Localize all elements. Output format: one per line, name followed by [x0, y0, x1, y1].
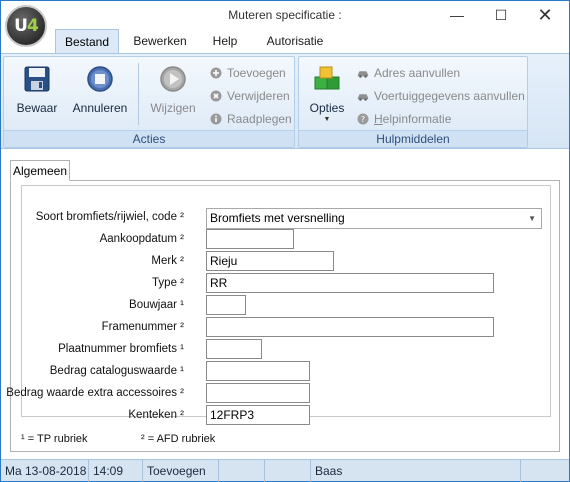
type-label: Type ²: [152, 277, 184, 289]
status-time: 14:09: [89, 460, 143, 482]
plaatnummer-label: Plaatnummer bromfiets ¹: [58, 343, 184, 355]
help-icon: ?: [357, 113, 369, 125]
aankoopdatum-label: Aankoopdatum ²: [99, 233, 184, 245]
tab-bestand[interactable]: Bestand: [55, 29, 119, 53]
info-icon: [210, 113, 222, 125]
close-button[interactable]: ✕: [523, 1, 567, 29]
status-empty-3: [521, 460, 569, 482]
ribbon-separator: [138, 63, 139, 125]
kenteken-field[interactable]: 12FRP3: [206, 405, 310, 425]
catalogus-label: Bedrag cataloguswaarde ¹: [49, 365, 184, 377]
car-icon: [357, 67, 369, 79]
tab-help[interactable]: Help: [203, 29, 247, 53]
accessoires-field[interactable]: [206, 383, 310, 403]
catalogus-field[interactable]: [206, 361, 310, 381]
verwijderen-label: Verwijderen: [227, 89, 290, 103]
raadplegen-label: Raadplegen: [227, 112, 292, 126]
options-blocks-icon: [311, 63, 343, 95]
status-empty-2: [265, 460, 311, 482]
soort-value: Bromfiets met versnelling: [210, 211, 345, 225]
group-label-hulpmiddelen: Hulpmiddelen: [299, 130, 527, 147]
voertuiggegevens-label: Voertuiggegevens aanvullen: [374, 89, 525, 103]
ribbon-tab-bar: Bestand Bewerken Help Autorisatie: [1, 29, 569, 53]
status-date: Ma 13-08-2018: [1, 460, 89, 482]
bewaar-label: Bewaar: [16, 101, 58, 115]
opties-button[interactable]: Opties ▼: [305, 63, 349, 123]
title-bar: Muteren specificatie : — ☐ ✕: [1, 1, 569, 29]
verwijderen-button[interactable]: Verwijderen: [210, 86, 290, 106]
delete-icon: [210, 90, 222, 102]
accessoires-label: Bedrag waarde extra accessoires ²: [6, 387, 184, 399]
adres-aanvullen-label: Adres aanvullen: [374, 66, 461, 80]
status-mode: Toevoegen: [143, 460, 219, 482]
group-hulpmiddelen: Opties ▼ Adres aanvullen Voertuiggegeven…: [298, 56, 528, 148]
tab-autorisatie[interactable]: Autorisatie: [255, 29, 335, 53]
wijzigen-button[interactable]: Wijzigen: [146, 63, 200, 115]
floppy-disk-icon: [21, 63, 53, 95]
group-label-acties: Acties: [4, 130, 294, 147]
annuleren-button[interactable]: Annuleren: [68, 63, 132, 115]
status-empty-1: [219, 460, 265, 482]
voertuiggegevens-button[interactable]: Voertuiggegevens aanvullen: [357, 86, 525, 106]
legend-tp: ¹ = TP rubriek: [21, 433, 88, 445]
helpinformatie-accesskey: H: [374, 112, 383, 126]
ribbon: Bewaar Annuleren Wijzigen Toevoegen Verw…: [1, 53, 569, 149]
bouwjaar-field[interactable]: [206, 295, 246, 315]
merk-label: Merk ²: [151, 255, 184, 267]
form-group: Soort bromfiets/rijwiel, code ² Bromfiet…: [6, 185, 551, 425]
application-window: Muteren specificatie : — ☐ ✕ U4 Bestand …: [0, 0, 570, 482]
add-icon: [210, 67, 222, 79]
aankoopdatum-field[interactable]: [206, 229, 294, 249]
kenteken-label: Kenteken ²: [128, 409, 184, 421]
framenummer-field[interactable]: [206, 317, 494, 337]
annuleren-label: Annuleren: [72, 101, 128, 115]
group-acties: Bewaar Annuleren Wijzigen Toevoegen Verw…: [3, 56, 295, 148]
content-area: Algemeen Soort bromfiets/rijwiel, code ²…: [1, 150, 569, 459]
merk-field[interactable]: Rieju: [206, 251, 334, 271]
helpinformatie-label: elpinformatie: [382, 112, 452, 126]
app-menu-logo[interactable]: U4: [5, 5, 47, 47]
legend-afd: ² = AFD rubriek: [141, 433, 216, 445]
tab-panel-algemeen: Soort bromfiets/rijwiel, code ² Bromfiet…: [6, 180, 560, 452]
status-bar: Ma 13-08-2018 14:09 Toevoegen Baas: [1, 459, 569, 482]
wijzigen-label: Wijzigen: [150, 101, 196, 115]
minimize-button[interactable]: —: [435, 1, 479, 29]
status-user: Baas: [311, 460, 521, 482]
tab-algemeen[interactable]: Algemeen: [10, 160, 70, 181]
helpinformatie-button[interactable]: ? Helpinformatie: [357, 109, 451, 129]
adres-aanvullen-button[interactable]: Adres aanvullen: [357, 63, 460, 83]
soort-select[interactable]: Bromfiets met versnelling ▼: [206, 208, 542, 229]
soort-label: Soort bromfiets/rijwiel, code ²: [35, 211, 184, 223]
opties-label: Opties: [309, 101, 345, 115]
type-field[interactable]: RR: [206, 273, 494, 293]
svg-text:?: ?: [361, 115, 365, 124]
logo-text: U4: [14, 16, 39, 36]
bewaar-button[interactable]: Bewaar: [12, 63, 62, 115]
play-icon: [157, 63, 189, 95]
plaatnummer-field[interactable]: [206, 339, 262, 359]
tab-bewerken[interactable]: Bewerken: [125, 29, 195, 53]
car-icon: [357, 90, 369, 102]
chevron-down-icon: ▼: [528, 214, 536, 223]
bouwjaar-label: Bouwjaar ¹: [129, 299, 184, 311]
raadplegen-button[interactable]: Raadplegen: [210, 109, 292, 129]
toevoegen-label: Toevoegen: [227, 66, 286, 80]
chevron-down-icon: ▼: [323, 116, 331, 123]
cancel-icon: [84, 63, 116, 95]
toevoegen-button[interactable]: Toevoegen: [210, 63, 286, 83]
framenummer-label: Framenummer ²: [101, 321, 184, 333]
maximize-button[interactable]: ☐: [479, 1, 523, 29]
